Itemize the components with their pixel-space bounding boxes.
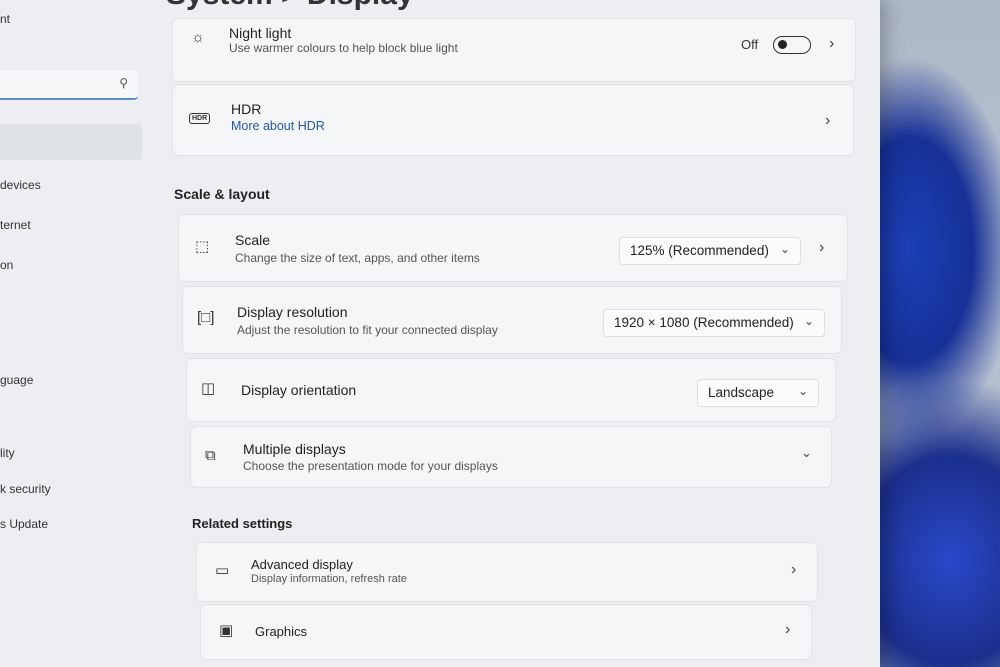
display-orientation-title: Display orientation (241, 382, 357, 398)
multiple-displays-icon: ⧉ (205, 447, 216, 464)
hdr-title: HDR (231, 101, 262, 117)
night-light-toggle[interactable] (773, 36, 811, 54)
resolution-icon: [□] (197, 309, 215, 326)
chevron-right-icon[interactable]: › (829, 35, 834, 53)
night-light-row[interactable]: ☼ Night light Use warmer colours to help… (172, 18, 856, 82)
display-orientation-value: Landscape (708, 385, 775, 400)
scale-icon: ⬚ (195, 238, 210, 255)
scale-title: Scale (235, 232, 271, 248)
chevron-right-icon[interactable]: › (785, 621, 790, 639)
chevron-down-icon: ⌄ (797, 384, 808, 398)
sidebar-item-windows-update[interactable]: s Update (0, 517, 48, 531)
advanced-display-title: Advanced display (251, 557, 353, 572)
sun-icon: ☼ (191, 29, 205, 46)
display-orientation-row[interactable]: ◫ Display orientation Landscape ⌄ (186, 358, 836, 422)
toggle-knob (778, 40, 787, 49)
multiple-displays-title: Multiple displays (243, 441, 346, 457)
night-light-toggle-label: Off (741, 37, 759, 52)
window-title-fragment: nt (0, 12, 11, 26)
scale-subtitle: Change the size of text, apps, and other… (235, 251, 480, 265)
multiple-displays-row[interactable]: ⧉ Multiple displays Choose the presentat… (190, 426, 832, 488)
graphics-card-icon: ▣ (219, 622, 234, 639)
display-resolution-subtitle: Adjust the resolution to fit your connec… (237, 323, 498, 337)
chevron-down-icon[interactable]: ⌄ (801, 445, 812, 461)
chevron-right-icon[interactable]: › (791, 561, 796, 579)
chevron-right-icon[interactable]: › (819, 239, 824, 257)
hdr-more-link[interactable]: More about HDR (231, 119, 325, 133)
chevron-right-icon[interactable]: › (825, 112, 830, 130)
search-input[interactable]: ⚲ (0, 70, 138, 100)
sidebar-item-language[interactable]: guage (0, 373, 33, 387)
related-settings-heading: Related settings (192, 516, 293, 531)
display-resolution-dropdown[interactable]: 1920 × 1080 (Recommended) ⌄ (603, 309, 825, 337)
chevron-down-icon: ⌄ (779, 242, 790, 256)
sidebar: nt ⚲ devices ternet on guage lity k secu… (0, 0, 150, 667)
advanced-display-row[interactable]: ▭ Advanced display Display information, … (196, 542, 818, 602)
monitor-icon: ▭ (215, 562, 230, 579)
sidebar-item-accessibility[interactable]: lity (0, 446, 15, 460)
scale-dropdown[interactable]: 125% (Recommended) ⌄ (619, 237, 801, 265)
orientation-icon: ◫ (201, 380, 216, 397)
multiple-displays-subtitle: Choose the presentation mode for your di… (243, 459, 498, 473)
settings-window: nt ⚲ devices ternet on guage lity k secu… (0, 0, 880, 667)
sidebar-item-devices[interactable]: devices (0, 178, 41, 192)
display-orientation-dropdown[interactable]: Landscape ⌄ (697, 379, 819, 407)
sidebar-item-personalization[interactable]: on (0, 258, 13, 272)
display-resolution-value: 1920 × 1080 (Recommended) (614, 315, 794, 330)
scale-layout-heading: Scale & layout (174, 186, 270, 202)
hdr-row[interactable]: HDR HDR More about HDR › (172, 84, 854, 156)
scale-value: 125% (Recommended) (630, 243, 769, 258)
page-title: System > Display (166, 0, 414, 12)
sidebar-item-privacy-security[interactable]: k security (0, 482, 51, 496)
display-resolution-title: Display resolution (237, 304, 348, 320)
chevron-down-icon: ⌄ (803, 314, 814, 328)
graphics-title: Graphics (255, 624, 308, 639)
search-icon[interactable]: ⚲ (119, 76, 128, 90)
hdr-icon: HDR (189, 107, 211, 124)
night-light-subtitle: Use warmer colours to help block blue li… (229, 41, 458, 55)
sidebar-item-selected[interactable] (0, 124, 142, 160)
advanced-display-subtitle: Display information, refresh rate (251, 573, 407, 585)
graphics-row[interactable]: ▣ Graphics › (200, 604, 812, 660)
night-light-title: Night light (229, 25, 292, 41)
scale-row[interactable]: ⬚ Scale Change the size of text, apps, a… (178, 214, 848, 282)
sidebar-item-network[interactable]: ternet (0, 218, 31, 232)
display-resolution-row[interactable]: [□] Display resolution Adjust the resolu… (182, 286, 842, 354)
